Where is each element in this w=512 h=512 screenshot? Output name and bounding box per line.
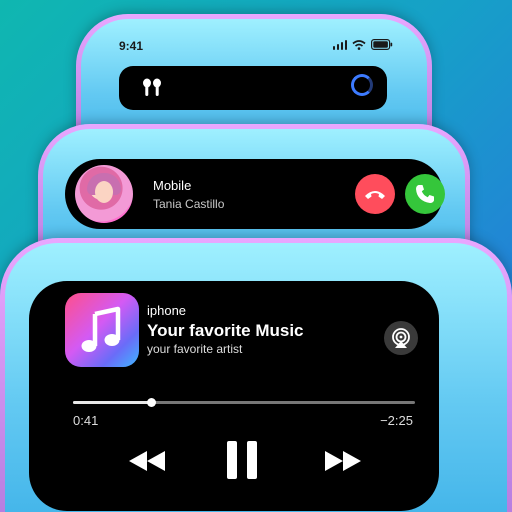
pause-button[interactable] — [219, 437, 265, 483]
caller-name: Tania Castillo — [153, 197, 225, 211]
status-time: 9:41 — [119, 39, 144, 53]
phone-screen-front: iphone Your favorite Music your favorite… — [5, 243, 507, 512]
playback-source: iphone — [147, 303, 187, 318]
scrubber-progress — [73, 401, 152, 404]
scrubber-knob[interactable] — [147, 398, 157, 407]
rewind-icon — [129, 451, 165, 471]
fast-forward-icon — [325, 451, 361, 471]
playback-scrubber[interactable] — [73, 398, 415, 407]
caller-avatar — [75, 165, 133, 223]
remaining-time: −2:25 — [380, 413, 413, 428]
dynamic-island-now-playing[interactable]: iphone Your favorite Music your favorite… — [29, 281, 439, 511]
accept-call-button[interactable] — [405, 174, 445, 214]
elapsed-time: 0:41 — [73, 413, 99, 428]
caller-type: Mobile — [153, 178, 192, 193]
dynamic-island-incoming-call[interactable]: Mobile Tania Castillo — [65, 159, 445, 229]
rewind-button[interactable] — [123, 443, 171, 479]
music-note-icon — [81, 306, 121, 352]
airplay-icon — [392, 328, 410, 348]
artist-name: your favorite artist — [147, 342, 243, 356]
phone-frame-front: iphone Your favorite Music your favorite… — [0, 238, 512, 512]
phone-accept-icon — [416, 185, 434, 203]
wifi-icon — [352, 39, 366, 50]
phone-decline-icon — [365, 191, 385, 199]
fast-forward-button[interactable] — [319, 443, 367, 479]
dynamic-island-airpods[interactable] — [119, 66, 387, 110]
airpods-icon — [143, 78, 161, 96]
music-app-icon[interactable] — [65, 293, 139, 367]
battery-icon — [371, 39, 393, 50]
decline-call-button[interactable] — [355, 174, 395, 214]
activity-ring-icon — [351, 74, 373, 96]
pause-icon — [227, 441, 257, 479]
song-title: Your favorite Music — [147, 321, 304, 340]
status-icons — [332, 39, 394, 50]
airplay-button[interactable] — [384, 321, 418, 355]
signal-icon — [332, 39, 347, 50]
